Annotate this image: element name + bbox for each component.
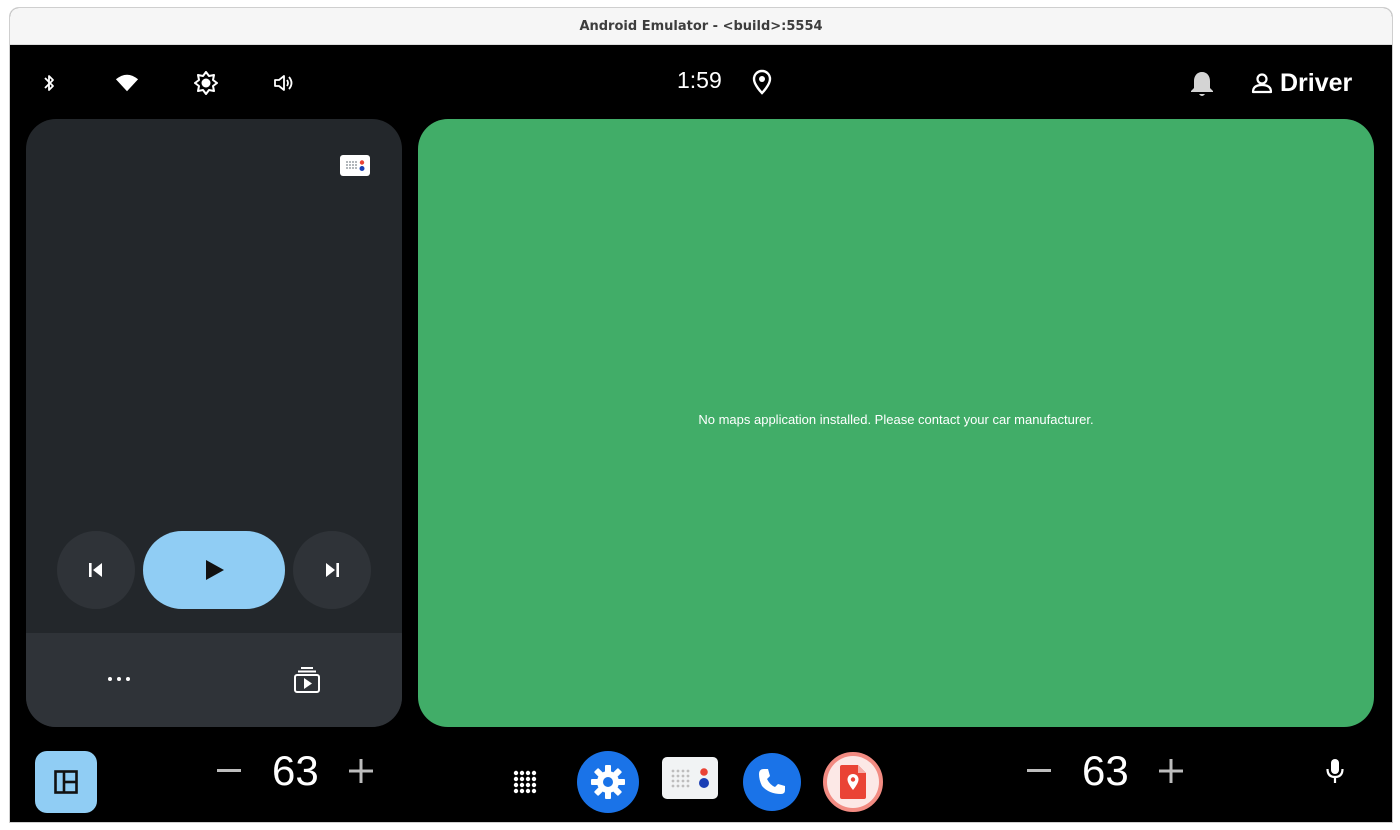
left-temp-increase-button[interactable] xyxy=(341,751,381,791)
emulator-window: Android Emulator - <build>:5554 1:59 Dri… xyxy=(9,7,1393,823)
user-profile-button[interactable]: Driver xyxy=(1250,67,1352,99)
plus-icon xyxy=(1159,759,1183,783)
gear-icon xyxy=(591,765,625,799)
maps-icon-ring xyxy=(827,756,879,808)
phone-icon xyxy=(759,769,785,794)
bottom-dock: 63 63 xyxy=(10,738,1392,822)
car-screen: 1:59 Driver No maps application installe… xyxy=(10,45,1392,822)
app-grid-icon xyxy=(513,770,537,794)
radio-app-button[interactable] xyxy=(662,757,718,799)
more-icon[interactable] xyxy=(104,667,134,691)
home-layout-button[interactable] xyxy=(35,751,97,813)
map-panel: No maps application installed. Please co… xyxy=(418,119,1374,727)
left-temperature: 63 xyxy=(272,747,319,794)
phone-app-button[interactable] xyxy=(743,753,801,811)
location-pin-icon xyxy=(750,69,774,95)
user-label: Driver xyxy=(1280,68,1353,97)
queue-icon[interactable] xyxy=(292,665,322,695)
play-icon xyxy=(206,560,224,580)
skip-previous-icon xyxy=(89,563,102,577)
plus-icon xyxy=(349,759,373,783)
map-pin-icon xyxy=(840,765,866,799)
skip-previous-button[interactable] xyxy=(57,531,135,609)
skip-next-button[interactable] xyxy=(293,531,371,609)
microphone-button[interactable] xyxy=(1315,751,1355,791)
right-temp-increase-button[interactable] xyxy=(1151,751,1191,791)
play-button[interactable] xyxy=(143,531,285,609)
status-clock: 1:59 xyxy=(677,67,722,93)
person-icon xyxy=(1251,73,1273,94)
brightness-icon[interactable] xyxy=(194,71,218,95)
right-temperature: 63 xyxy=(1082,747,1129,794)
maps-app-button[interactable] xyxy=(823,752,883,812)
window-title: Android Emulator - <build>:5554 xyxy=(579,18,823,34)
media-source-icon[interactable] xyxy=(340,155,370,176)
minus-icon xyxy=(1027,769,1051,772)
right-temp-decrease-button[interactable] xyxy=(1019,751,1059,791)
map-message: No maps application installed. Please co… xyxy=(698,411,1094,427)
media-card xyxy=(26,119,402,727)
layout-icon xyxy=(54,770,78,794)
radio-icon xyxy=(671,768,709,788)
microphone-icon xyxy=(1326,759,1344,783)
skip-next-icon xyxy=(326,563,339,577)
left-temp-decrease-button[interactable] xyxy=(209,751,249,791)
wifi-icon[interactable] xyxy=(115,71,139,95)
bell-icon[interactable] xyxy=(1188,69,1216,99)
window-titlebar: Android Emulator - <build>:5554 xyxy=(10,8,1392,45)
settings-app-button[interactable] xyxy=(577,751,639,813)
media-actions-bar xyxy=(26,633,402,727)
app-grid-button[interactable] xyxy=(495,751,555,813)
volume-icon[interactable] xyxy=(272,71,296,95)
bluetooth-icon[interactable] xyxy=(37,71,61,95)
minus-icon xyxy=(217,769,241,772)
